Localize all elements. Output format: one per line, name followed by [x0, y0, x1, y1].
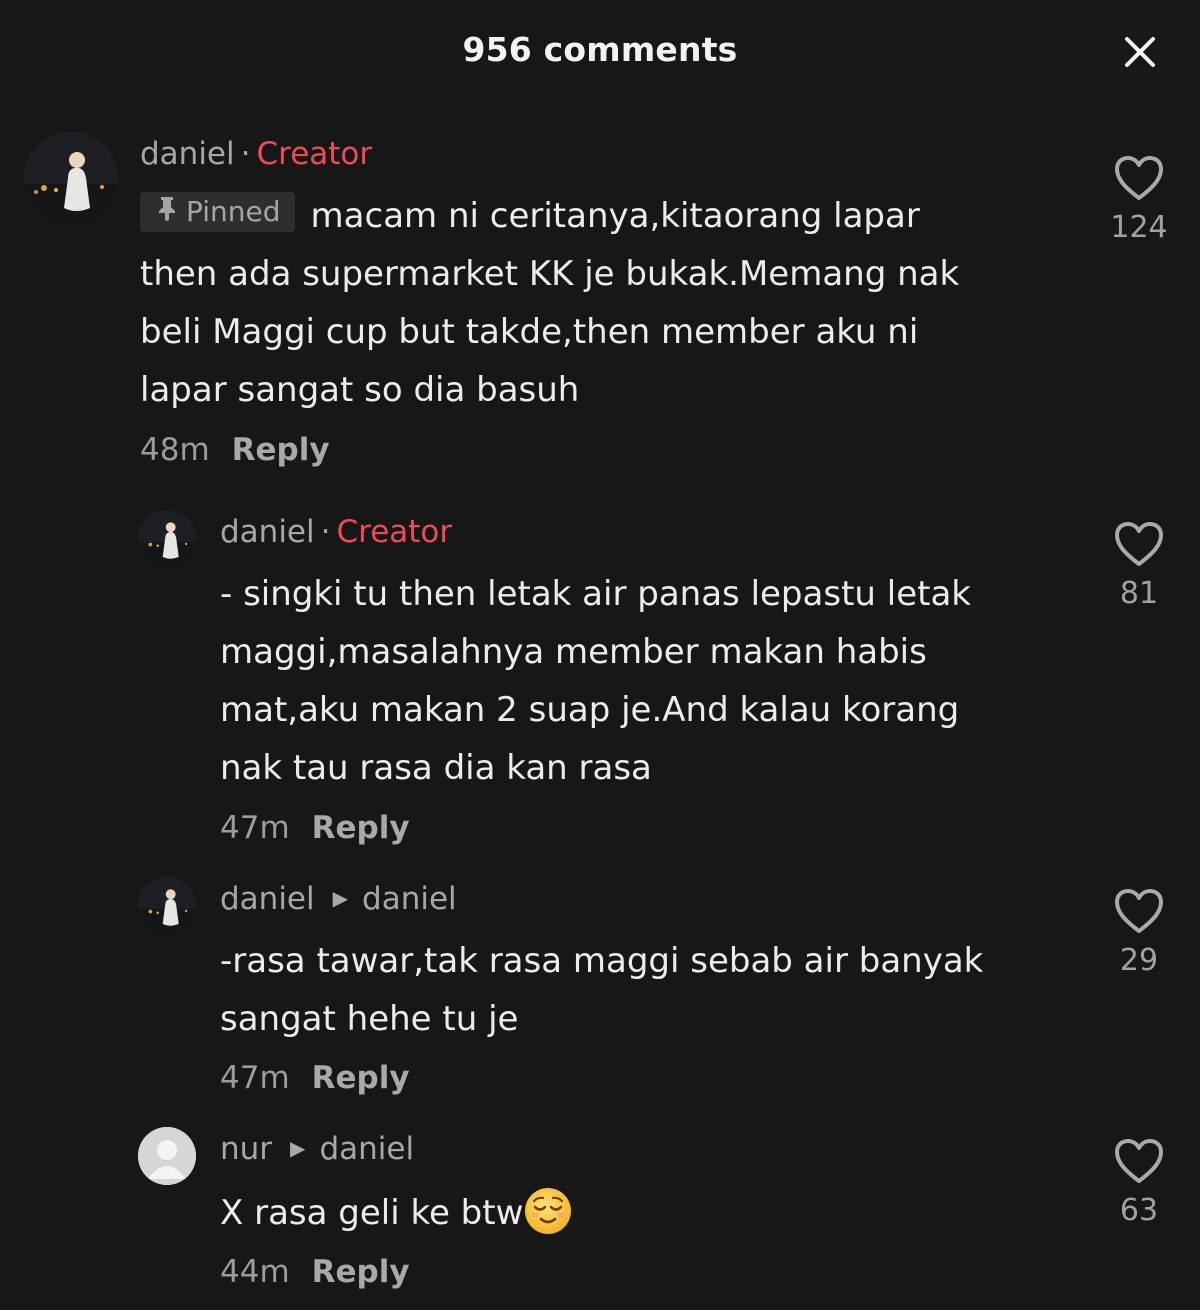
like-count: 29 — [1119, 943, 1159, 978]
heart-icon[interactable] — [1113, 154, 1165, 202]
pin-icon — [156, 192, 178, 232]
close-icon — [1125, 37, 1155, 67]
avatar[interactable] — [24, 132, 118, 226]
heart-icon[interactable] — [1113, 520, 1165, 568]
username[interactable]: nur — [220, 1131, 272, 1167]
like-control[interactable]: 124 — [1098, 154, 1180, 245]
reply-arrow-icon: ▶ — [332, 886, 349, 910]
pinned-badge: Pinned — [140, 192, 295, 232]
pinned-label: Pinned — [186, 195, 281, 228]
heart-icon[interactable] — [1113, 1137, 1165, 1185]
reply-to-username[interactable]: daniel — [362, 881, 457, 917]
comments-count-title: 956 comments — [462, 30, 738, 69]
comment-line: sangat hehe tu je — [220, 999, 519, 1039]
comment-author: daniel · Creator — [140, 136, 372, 172]
like-count: 63 — [1119, 1193, 1159, 1228]
comment-text: - singki tu then letak air panas lepastu… — [220, 565, 1120, 797]
comment-meta: 47m Reply — [220, 810, 410, 846]
reply-arrow-icon: ▶ — [290, 1136, 306, 1160]
like-count: 124 — [1110, 210, 1168, 245]
timestamp: 48m — [140, 432, 210, 468]
avatar[interactable] — [138, 877, 196, 935]
comment-line: - singki tu then letak air panas lepastu… — [220, 574, 971, 614]
default-avatar-icon — [138, 1127, 196, 1185]
comment-line: beli Maggi cup but takde,then member aku… — [140, 312, 919, 352]
comment-line: -rasa tawar,tak rasa maggi sebab air ban… — [220, 941, 984, 981]
reply-button[interactable]: Reply — [232, 432, 330, 468]
username[interactable]: daniel — [220, 881, 315, 917]
avatar[interactable] — [138, 1127, 196, 1185]
comment-author: nur ▶ daniel — [220, 1131, 414, 1167]
like-count: 81 — [1119, 576, 1159, 611]
close-button[interactable] — [1118, 30, 1162, 74]
comment-author: daniel · Creator — [220, 514, 452, 550]
comment-text: -rasa tawar,tak rasa maggi sebab air ban… — [220, 932, 1120, 1048]
timestamp: 47m — [220, 1060, 290, 1096]
comment-line: then ada supermarket KK je bukak.Memang … — [140, 254, 960, 294]
relieved-face-emoji-icon — [523, 1186, 573, 1236]
comment-line: X rasa geli ke btw — [220, 1193, 524, 1233]
comment-line: mat,aku makan 2 suap je.And kalau korang — [220, 690, 960, 730]
reply-button[interactable]: Reply — [312, 810, 410, 846]
separator-dot: · — [240, 136, 251, 172]
comment-line: lapar sangat so dia basuh — [140, 370, 580, 410]
comment-meta: 47m Reply — [220, 1060, 410, 1096]
comment-text: Pinned macam ni ceritanya,kitaorang lapar… — [140, 187, 1040, 419]
avatar[interactable] — [138, 510, 196, 568]
timestamp: 44m — [220, 1254, 290, 1290]
separator-dot: · — [320, 514, 331, 550]
comment-meta: 44m Reply — [220, 1254, 410, 1290]
comment-line: nak tau rasa dia kan rasa — [220, 748, 652, 788]
like-control[interactable]: 81 — [1098, 520, 1180, 611]
timestamp: 47m — [220, 810, 290, 846]
like-control[interactable]: 29 — [1098, 887, 1180, 978]
comment-meta: 48m Reply — [140, 432, 330, 468]
comment-author: daniel ▶ daniel — [220, 881, 457, 917]
creator-badge: Creator — [256, 136, 373, 172]
reply-button[interactable]: Reply — [312, 1060, 410, 1096]
heart-icon[interactable] — [1113, 887, 1165, 935]
reply-button[interactable]: Reply — [312, 1254, 410, 1290]
comment-text: X rasa geli ke btw — [220, 1184, 1120, 1242]
like-control[interactable]: 63 — [1098, 1137, 1180, 1228]
comment-line: maggi,masalahnya member makan habis — [220, 632, 927, 672]
creator-badge: Creator — [336, 514, 453, 550]
comment-line: macam ni ceritanya,kitaorang lapar — [310, 196, 920, 236]
username[interactable]: daniel — [140, 136, 235, 172]
reply-to-username[interactable]: daniel — [319, 1131, 414, 1167]
username[interactable]: daniel — [220, 514, 315, 550]
